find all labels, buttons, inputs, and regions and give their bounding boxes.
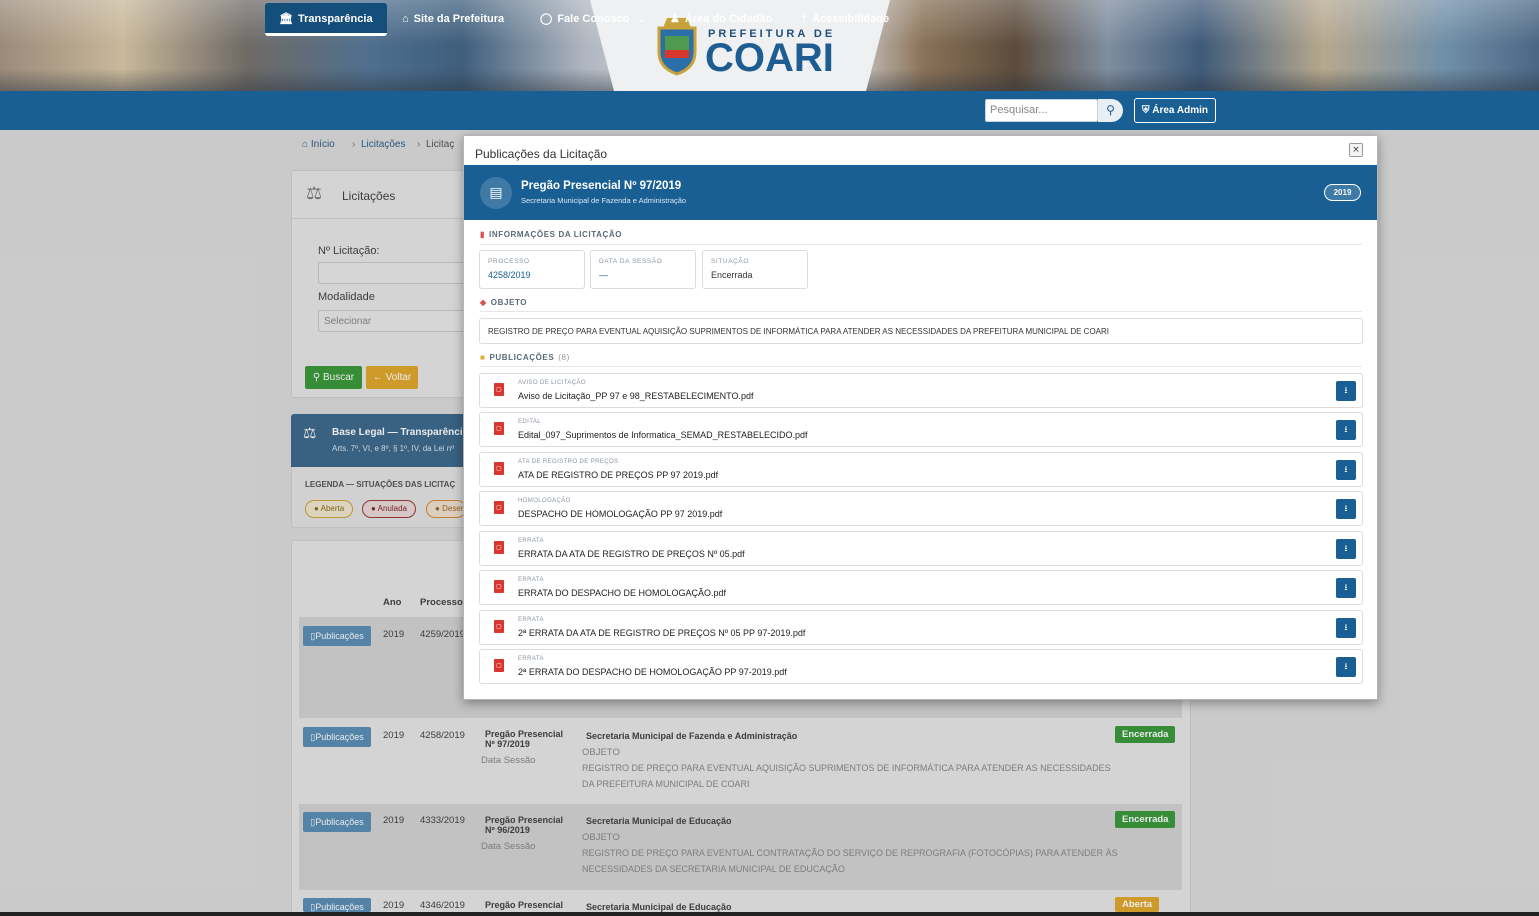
doc-item[interactable]: ▢ ERRATA 2ª ERRATA DO DESPACHO DE HOMOLO…: [479, 649, 1363, 684]
bank-icon: 🏛: [279, 13, 293, 25]
licitacao-title: Pregão Presencial Nº 97/2019: [521, 180, 682, 192]
pdf-icon: ▢: [494, 422, 504, 435]
doc-type: ERRATA: [518, 617, 544, 623]
doc-name: 2ª ERRATA DO DESPACHO DE HOMOLOGAÇÃO PP …: [518, 667, 787, 677]
shield-icon: ⛨: [1141, 105, 1150, 116]
doc-item[interactable]: ▢ ATA DE REGISTRO DE PREÇOS ATA DE REGIS…: [479, 452, 1363, 487]
section-label: PUBLICAÇÕES: [489, 353, 555, 362]
nav-acessibilidade[interactable]: † Acessibilidade: [801, 0, 889, 39]
doc-type: ERRATA: [518, 656, 544, 662]
nav-label: Área do Cidadão: [684, 13, 773, 25]
doc-item[interactable]: ▢ HOMOLOGAÇÃO DESPACHO DE HOMOLOGAÇÃO PP…: [479, 491, 1363, 526]
download-icon[interactable]: ⭳: [1336, 381, 1356, 401]
pdf-icon: ▢: [494, 580, 504, 593]
section-label: INFORMAÇÕES DA LICITAÇÃO: [489, 230, 623, 239]
admin-label: Área Admin: [1152, 105, 1209, 116]
info-value: Encerrada: [711, 270, 753, 280]
modal-title: Publicações da Licitação: [475, 147, 608, 161]
nav-fale-conosco[interactable]: ◯ Fale Conosco ⌄: [540, 0, 645, 39]
doc-item[interactable]: ▢ ERRATA ERRATA DA ATA DE REGISTRO DE PR…: [479, 531, 1363, 566]
licitacao-secretaria: Secretaria Municipal de Fazenda e Admini…: [521, 196, 687, 205]
pdf-icon: ▢: [494, 659, 504, 672]
section-label: OBJETO: [490, 298, 528, 307]
section-publicacoes: ■ PUBLICAÇÕES (8): [480, 353, 570, 362]
doc-item[interactable]: ▢ AVISO DE LICITAÇÃO Aviso de Licitação_…: [479, 373, 1363, 408]
download-icon[interactable]: ⭳: [1336, 460, 1356, 480]
doc-type: AVISO DE LICITAÇÃO: [518, 380, 586, 386]
doc-item[interactable]: ▢ ERRATA 2ª ERRATA DA ATA DE REGISTRO DE…: [479, 610, 1363, 645]
doc-name: 2ª ERRATA DA ATA DE REGISTRO DE PREÇOS N…: [518, 628, 806, 638]
pub-count: (8): [558, 353, 570, 362]
tag-icon: ◆: [480, 298, 487, 307]
info-icon: ▮: [480, 230, 486, 239]
pdf-icon: ▢: [494, 501, 504, 514]
download-icon[interactable]: ⭳: [1336, 618, 1356, 638]
divider: [480, 366, 1362, 367]
pdf-icon: ▢: [494, 541, 504, 554]
doc-name: Aviso de Licitação_PP 97 e 98_RESTABELEC…: [518, 391, 754, 401]
download-icon[interactable]: ⭳: [1336, 539, 1356, 559]
nav-label: Transparência: [297, 13, 373, 25]
nav-label: Site da Prefeitura: [413, 13, 505, 25]
doc-item[interactable]: ▢ ERRATA ERRATA DO DESPACHO DE HOMOLOGAÇ…: [479, 570, 1363, 605]
divider: [480, 311, 1362, 312]
admin-button[interactable]: ⛨ Área Admin: [1134, 98, 1216, 123]
objeto-box: REGISTRO DE PREÇO PARA EVENTUAL AQUISIÇÃ…: [479, 318, 1363, 344]
info-key: DATA DA SESSÃO: [599, 258, 663, 265]
folder-icon: ■: [480, 353, 486, 362]
objeto-text: REGISTRO DE PREÇO PARA EVENTUAL AQUISIÇÃ…: [488, 327, 1110, 336]
home-icon: ⌂: [402, 13, 409, 25]
nav-transparencia[interactable]: 🏛 Transparência: [265, 3, 387, 36]
doc-name: ERRATA DA ATA DE REGISTRO DE PREÇOS Nº 0…: [518, 549, 745, 559]
publicacoes-modal: Publicações da Licitação × ▤ Pregão Pres…: [463, 135, 1378, 700]
download-icon[interactable]: ⭳: [1336, 499, 1356, 519]
doc-type: ERRATA: [518, 577, 544, 583]
nav-label: Fale Conosco: [557, 13, 630, 25]
doc-name: ATA DE REGISTRO DE PREÇOS PP 97 2019.pdf: [518, 470, 719, 480]
info-value: 4258/2019: [488, 270, 531, 280]
search-input[interactable]: Pesquisar...: [985, 99, 1098, 122]
section-informacoes: ▮ INFORMAÇÕES DA LICITAÇÃO: [480, 230, 622, 239]
doc-item[interactable]: ▢ EDITAL Edital_097_Suprimentos de Infor…: [479, 412, 1363, 447]
close-icon[interactable]: ×: [1349, 143, 1363, 157]
download-icon[interactable]: ⭳: [1336, 578, 1356, 598]
doc-type: EDITAL: [518, 419, 541, 425]
year-badge: 2019: [1324, 184, 1361, 201]
search-icon[interactable]: ⚲: [1098, 99, 1123, 122]
doc-type: ATA DE REGISTRO DE PREÇOS: [518, 459, 619, 465]
nav-site-prefeitura[interactable]: ⌂ Site da Prefeitura: [402, 0, 504, 39]
info-value: —: [599, 270, 608, 280]
info-key: SITUAÇÃO: [711, 258, 750, 265]
doc-type: ERRATA: [518, 538, 544, 544]
chevron-down-icon: ⌄: [638, 15, 646, 24]
download-icon[interactable]: ⭳: [1336, 420, 1356, 440]
nav-area-cidadao[interactable]: ♟ Área do Cidadão: [670, 0, 772, 39]
taskbar-edge: [0, 912, 1539, 916]
doc-name: ERRATA DO DESPACHO DE HOMOLOGAÇÃO.pdf: [518, 588, 727, 598]
main-nav: [0, 91, 1539, 130]
info-data-sessao: DATA DA SESSÃO —: [590, 250, 696, 289]
doc-name: Edital_097_Suprimentos de Informatica_SE…: [518, 430, 808, 440]
pdf-icon: ▢: [494, 462, 504, 475]
modal-header: ▤ Pregão Presencial Nº 97/2019 Secretari…: [464, 165, 1377, 220]
nav-label: Acessibilidade: [812, 13, 890, 25]
logo-title: COARI: [705, 36, 834, 80]
info-key: PROCESSO: [488, 258, 530, 265]
pdf-icon: ▢: [494, 383, 504, 396]
clipboard-icon: ▤: [480, 177, 512, 209]
doc-type: HOMOLOGAÇÃO: [518, 498, 571, 504]
doc-name: DESPACHO DE HOMOLOGAÇÃO PP 97 2019.pdf: [518, 509, 723, 519]
pdf-icon: ▢: [494, 620, 504, 633]
headset-icon: ◯: [540, 13, 553, 25]
users-icon: ♟: [670, 13, 680, 25]
info-processo: PROCESSO 4258/2019: [479, 250, 585, 289]
section-objeto: ◆ OBJETO: [480, 298, 527, 307]
divider: [480, 244, 1362, 245]
info-situacao: SITUAÇÃO Encerrada: [702, 250, 808, 289]
download-icon[interactable]: ⭳: [1336, 657, 1356, 677]
accessibility-icon: †: [801, 13, 808, 25]
